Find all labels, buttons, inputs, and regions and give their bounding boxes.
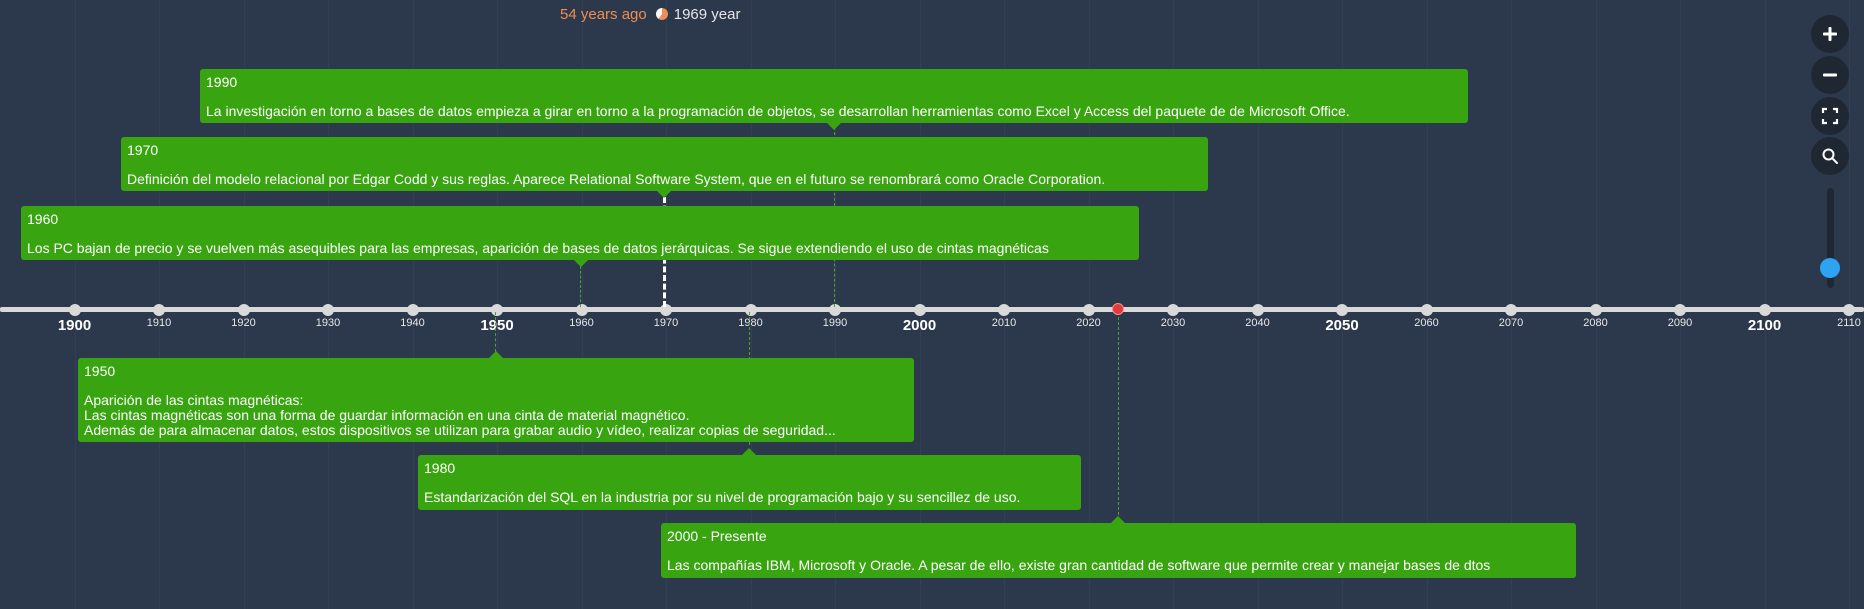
tick-dot [1589, 304, 1602, 316]
tick-label: 2010 [991, 317, 1017, 329]
now-marker [1112, 303, 1124, 315]
tick-dot [1336, 304, 1348, 316]
zoom-slider-handle[interactable] [1820, 258, 1840, 278]
tick-label: 1920 [231, 317, 256, 329]
tick-label: 1940 [400, 317, 425, 329]
tick-label: 1930 [315, 317, 341, 329]
tick-dot [1167, 304, 1179, 316]
event-card-1980[interactable]: 1980 Estandarización del SQL en la indus… [418, 448, 1081, 510]
event-title: 1980 [424, 460, 456, 476]
connector-2000 [1118, 312, 1119, 520]
clock-icon [655, 8, 668, 20]
tick-dot [68, 304, 81, 316]
tick-label: 1980 [738, 317, 763, 329]
search-button[interactable] [1811, 137, 1849, 175]
tick-label: 2100 [1747, 317, 1782, 334]
event-title: 1960 [27, 211, 59, 227]
event-description: Aparición de las cintas magnéticas: Las … [84, 392, 836, 438]
event-title: 1990 [206, 74, 238, 90]
event-card-1970[interactable]: 1970 Definición del modelo relacional po… [121, 137, 1208, 198]
tick-label: 2110 [1837, 317, 1861, 329]
plus-icon [1823, 27, 1837, 41]
search-icon [1822, 148, 1838, 164]
event-title: 2000 - Presente [667, 528, 767, 544]
fit-to-screen-button[interactable] [1811, 97, 1849, 135]
tick-label: 1990 [822, 317, 848, 329]
event-description: Estandarización del SQL en la industria … [424, 489, 1021, 505]
tick-dot [322, 304, 334, 316]
tick-label: 2030 [1160, 317, 1186, 329]
event-title: 1950 [84, 363, 116, 379]
tick-label: 2020 [1076, 317, 1101, 329]
timeline-canvas[interactable]: 54 years ago1969 year 019001910192019301… [0, 0, 1864, 609]
event-description: Definición del modelo relacional por Edg… [127, 171, 1106, 187]
tick-label: 2040 [1245, 317, 1270, 329]
event-description: Los PC bajan de precio y se vuelven más … [27, 240, 1049, 256]
current-year-label: 1969 year [673, 6, 741, 23]
tick-dot [1251, 304, 1264, 316]
card-pointer [1111, 516, 1125, 523]
tick-dot [913, 304, 926, 316]
tick-label: 2080 [1583, 317, 1608, 329]
tick-dot [744, 304, 757, 316]
tick-dot [1505, 304, 1517, 316]
event-card-1960[interactable]: 1960 Los PC bajan de precio y se vuelven… [21, 206, 1139, 267]
tick-dot [406, 304, 419, 316]
tick-dot [237, 304, 250, 316]
minus-icon [1823, 73, 1837, 77]
tick-dot [829, 304, 841, 316]
card-pointer [489, 351, 503, 358]
zoom-in-button[interactable] [1811, 15, 1849, 53]
tick-dot [1843, 304, 1855, 316]
tick-label: 2070 [1498, 317, 1524, 329]
tick-dot [660, 304, 672, 316]
zoom-out-button[interactable] [1811, 56, 1849, 94]
tick-dot [1420, 304, 1433, 316]
tick-label: 2090 [1667, 317, 1693, 329]
event-description: La investigación en torno a bases de dat… [206, 103, 1350, 119]
card-pointer [657, 191, 671, 198]
tick-label: 1900 [57, 317, 92, 334]
card-pointer [574, 260, 588, 267]
tick-dot [1674, 304, 1686, 316]
tick-label: 1960 [569, 317, 594, 329]
tick-label: 2000 [902, 317, 937, 334]
tick-label: 1970 [653, 317, 679, 329]
tick-label: 2050 [1325, 317, 1359, 334]
event-card-1990[interactable]: 1990 La investigación en torno a bases d… [200, 69, 1468, 130]
tick-dot [1758, 304, 1771, 316]
tick-label: 1910 [146, 317, 172, 329]
event-card-2000[interactable]: 2000 - Presente Las compañías IBM, Micro… [661, 516, 1576, 578]
tick-label: 1950 [480, 317, 514, 334]
connector-1960 [580, 266, 581, 307]
fullscreen-icon [1821, 107, 1839, 125]
card-pointer [742, 448, 756, 455]
years-ago-label: 54 years ago [560, 6, 647, 23]
connector-1950 [495, 312, 496, 352]
current-position-readout: 54 years ago 1969 year [560, 6, 740, 23]
timeline-axis[interactable] [0, 307, 1864, 312]
event-card-1950[interactable]: 1950 Aparición de las cintas magnéticas:… [78, 351, 914, 442]
card-pointer [827, 123, 841, 130]
tick-label: 2060 [1414, 317, 1439, 329]
tick-dot [491, 304, 503, 316]
tick-dot [153, 304, 165, 316]
event-description: Las compañías IBM, Microsoft y Oracle. A… [667, 557, 1491, 573]
tick-dot [575, 304, 588, 316]
event-title: 1970 [127, 142, 159, 158]
tick-dot [1082, 304, 1095, 316]
tick-dot [998, 304, 1010, 316]
